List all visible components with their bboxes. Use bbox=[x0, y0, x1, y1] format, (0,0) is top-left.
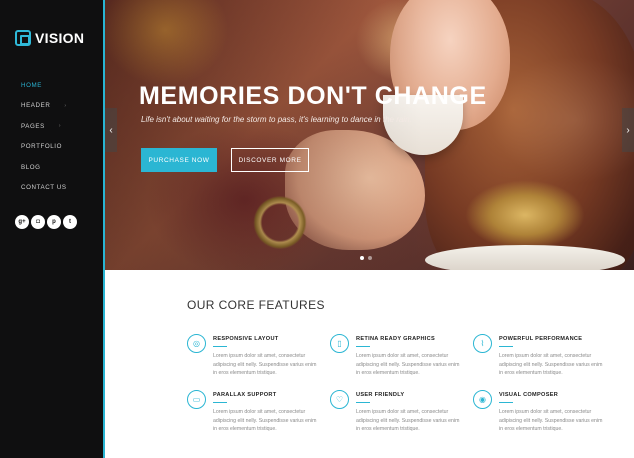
features-section: OUR CORE FEATURES ◎ RESPONSIVE LAYOUT Lo… bbox=[105, 270, 634, 458]
feature-divider bbox=[213, 346, 227, 347]
feature-text: Lorem ipsum dolor sit amet, consectetur … bbox=[213, 353, 317, 376]
section-title: OUR CORE FEATURES bbox=[187, 298, 325, 312]
slider-pagination bbox=[360, 256, 372, 260]
feature-text: Lorem ipsum dolor sit amet, consectetur … bbox=[499, 353, 603, 376]
nav-item-label: CONTACT US bbox=[21, 184, 67, 191]
social-links: g+ ◘ p t bbox=[15, 215, 77, 229]
feature-title: USER FRIENDLY bbox=[356, 392, 405, 398]
feature-title: VISUAL COMPOSER bbox=[499, 392, 559, 398]
slider-next-button[interactable]: › bbox=[622, 108, 634, 152]
chart-icon: ⌇ bbox=[473, 334, 492, 353]
chevron-right-icon: › bbox=[58, 123, 62, 129]
hero-title: MEMORIES DON'T CHANGE bbox=[139, 82, 487, 110]
nav-item-blog[interactable]: BLOG bbox=[21, 162, 67, 172]
feature-divider bbox=[499, 346, 513, 347]
globe-icon: ◉ bbox=[473, 390, 492, 409]
chevron-left-icon: ‹ bbox=[109, 124, 113, 136]
hero-slider: MEMORIES DON'T CHANGE Life isn't about w… bbox=[105, 0, 634, 270]
feature-divider bbox=[356, 402, 370, 403]
heart-icon: ♡ bbox=[330, 390, 349, 409]
feature-divider bbox=[356, 346, 370, 347]
feature-title: RESPONSIVE LAYOUT bbox=[213, 336, 279, 342]
chevron-right-icon: › bbox=[64, 102, 67, 109]
chat-icon: ▭ bbox=[187, 390, 206, 409]
nav-item-label: HOME bbox=[21, 81, 42, 89]
hero-subtitle: Life isn't about waiting for the storm t… bbox=[141, 115, 412, 124]
camera-icon: ◎ bbox=[187, 334, 206, 353]
discover-more-button[interactable]: DISCOVER MORE bbox=[231, 148, 309, 172]
feature-text: Lorem ipsum dolor sit amet, consectetur … bbox=[356, 409, 460, 432]
feature-title: POWERFUL PERFORMANCE bbox=[499, 336, 583, 342]
logo[interactable]: VISION bbox=[15, 30, 84, 46]
nav-item-header[interactable]: HEADER › bbox=[21, 101, 67, 111]
slider-prev-button[interactable]: ‹ bbox=[105, 108, 117, 152]
hero-overlay bbox=[105, 0, 634, 270]
nav-item-label: PORTFOLIO bbox=[21, 143, 63, 150]
slider-dot[interactable] bbox=[360, 256, 364, 260]
nav-item-label: PAGES bbox=[21, 122, 45, 130]
slider-dot[interactable] bbox=[368, 256, 372, 260]
twitter-icon[interactable]: t bbox=[63, 215, 77, 229]
nav-item-home[interactable]: HOME bbox=[21, 80, 67, 90]
nav-item-contact[interactable]: CONTACT US bbox=[21, 183, 67, 193]
mobile-icon: ▯ bbox=[330, 334, 349, 353]
google-plus-icon[interactable]: g+ bbox=[15, 215, 29, 229]
pinterest-icon[interactable]: p bbox=[47, 215, 61, 229]
feature-text: Lorem ipsum dolor sit amet, consectetur … bbox=[499, 409, 603, 432]
nav-item-portfolio[interactable]: PORTFOLIO bbox=[21, 142, 67, 152]
chevron-right-icon: › bbox=[626, 124, 630, 136]
logo-icon bbox=[15, 30, 31, 46]
main-nav: HOME HEADER › PAGES › PORTFOLIO BLOG CON… bbox=[21, 80, 67, 203]
logo-text: VISION bbox=[35, 30, 85, 46]
feature-divider bbox=[213, 402, 227, 403]
nav-item-label: BLOG bbox=[21, 163, 41, 171]
instagram-icon[interactable]: ◘ bbox=[31, 215, 45, 229]
nav-item-label: HEADER bbox=[21, 102, 51, 109]
feature-text: Lorem ipsum dolor sit amet, consectetur … bbox=[356, 353, 460, 376]
feature-title: PARALLAX SUPPORT bbox=[213, 392, 277, 398]
purchase-now-button[interactable]: PURCHASE NOW bbox=[141, 148, 217, 172]
feature-divider bbox=[499, 402, 513, 403]
feature-text: Lorem ipsum dolor sit amet, consectetur … bbox=[213, 409, 317, 432]
feature-title: RETINA READY GRAPHICS bbox=[356, 336, 436, 342]
sidebar: VISION HOME HEADER › PAGES › PORTFOLIO B… bbox=[0, 0, 104, 458]
nav-item-pages[interactable]: PAGES › bbox=[21, 121, 67, 131]
